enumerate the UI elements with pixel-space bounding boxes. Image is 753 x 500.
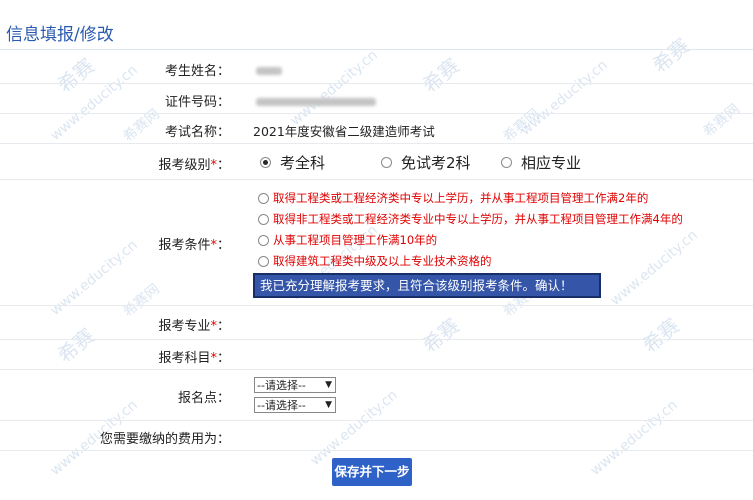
condition-4-radio[interactable] <box>258 255 269 267</box>
subject-label: 报考科目*： <box>158 351 230 366</box>
name-value-redacted <box>256 62 282 77</box>
condition-1-radio[interactable] <box>258 192 269 204</box>
condition-option-4[interactable]: 取得建筑工程类中级及以上专业技术资格的 <box>258 253 492 269</box>
level-full-label: 考全科 <box>280 154 326 172</box>
site-select-2[interactable]: --请选择-- ▼ <box>254 397 336 413</box>
chevron-down-icon: ▼ <box>325 400 332 410</box>
condition-option-1[interactable]: 取得工程类或工程经济类中专以上学历，并从事工程项目管理工作满2年的 <box>258 190 648 206</box>
level-row: 报考级别*： 考全科 免试考2科 相应专业 <box>0 144 753 180</box>
site-row: 报名点： <box>0 370 753 421</box>
level-major-label: 相应专业 <box>521 154 582 172</box>
id-value-redacted <box>256 93 376 108</box>
chevron-down-icon: ▼ <box>325 380 332 390</box>
condition-1-text: 取得工程类或工程经济类中专以上学历，并从事工程项目管理工作满2年的 <box>273 191 649 205</box>
site-label: 报名点： <box>177 391 230 406</box>
level-option-full[interactable]: 考全科 <box>260 152 325 173</box>
condition-option-3[interactable]: 从事工程项目管理工作满10年的 <box>258 232 437 248</box>
condition-4-text: 取得建筑工程类中级及以上专业技术资格的 <box>273 254 492 268</box>
confirm-button[interactable]: 我已充分理解报考要求，且符合该级别报考条件。确认！ <box>253 273 601 298</box>
id-label: 证件号码： <box>164 95 230 110</box>
level-label: 报考级别*： <box>158 158 230 173</box>
condition-2-text: 取得非工程类或工程经济类专业中专以上学历，并从事工程项目管理工作满4年的 <box>273 212 683 226</box>
save-next-button[interactable]: 保存并下一步 <box>332 458 412 486</box>
level-option-exempt[interactable]: 免试考2科 <box>381 152 471 173</box>
exam-row: 考试名称： 2021年度安徽省二级建造师考试 <box>0 114 753 144</box>
level-exempt-radio[interactable] <box>381 157 392 168</box>
major-row: 报考专业*： <box>0 306 753 340</box>
id-row: 证件号码： <box>0 84 753 114</box>
major-label: 报考专业*： <box>158 319 230 334</box>
condition-3-text: 从事工程项目管理工作满10年的 <box>273 233 438 247</box>
page-title: 信息填报/修改 <box>6 25 114 45</box>
level-exempt-label: 免试考2科 <box>401 154 471 172</box>
level-option-major[interactable]: 相应专业 <box>501 152 581 173</box>
condition-label: 报考条件*： <box>158 238 230 253</box>
condition-3-radio[interactable] <box>258 234 269 246</box>
level-major-radio[interactable] <box>501 157 512 168</box>
site-select-1[interactable]: --请选择-- ▼ <box>254 377 336 393</box>
condition-2-radio[interactable] <box>258 213 269 225</box>
condition-option-2[interactable]: 取得非工程类或工程经济类专业中专以上学历，并从事工程项目管理工作满4年的 <box>258 211 683 227</box>
level-full-radio[interactable] <box>260 157 271 168</box>
subject-row: 报考科目*： <box>0 340 753 370</box>
fee-row: 您需要缴纳的费用为： <box>0 421 753 451</box>
exam-label: 考试名称： <box>164 125 230 140</box>
fee-label: 您需要缴纳的费用为： <box>99 432 230 447</box>
exam-value: 2021年度安徽省二级建造师考试 <box>253 124 435 139</box>
name-row: 考生姓名： <box>0 50 753 84</box>
name-label: 考生姓名： <box>164 64 230 79</box>
